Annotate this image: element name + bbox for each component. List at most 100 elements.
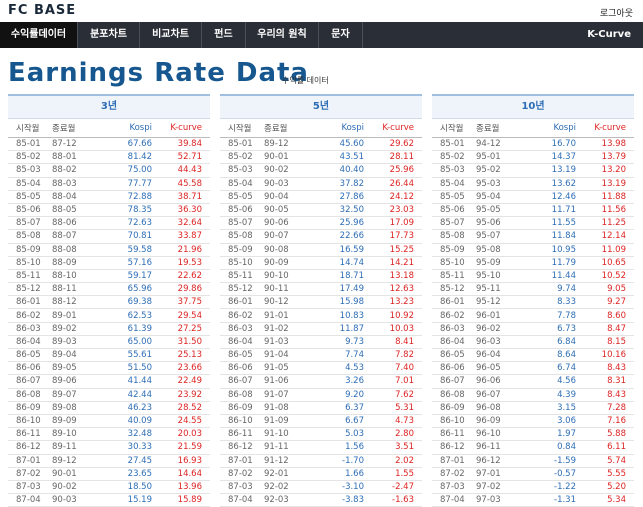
start-month-cell: 86-08 bbox=[432, 388, 476, 402]
start-month-cell: 85-10 bbox=[8, 256, 52, 270]
table-row: 86-05 96-04 8.64 10.16 bbox=[432, 348, 634, 363]
kospi-cell: 9.74 bbox=[528, 282, 580, 297]
start-month-cell: 87-02 bbox=[220, 467, 264, 481]
end-month-cell: 92-02 bbox=[264, 480, 316, 495]
kospi-cell: -3.83 bbox=[316, 493, 368, 507]
k-curve-cell: 10.16 bbox=[580, 348, 634, 363]
table-row: 87-01 96-12 -1.59 5.74 bbox=[432, 454, 634, 468]
end-month-cell: 88-10 bbox=[52, 269, 104, 284]
end-month-cell: 97-01 bbox=[476, 467, 528, 481]
kospi-cell: 11.44 bbox=[528, 269, 580, 284]
start-month-cell: 85-06 bbox=[8, 203, 52, 218]
end-month-cell: 89-07 bbox=[52, 388, 104, 402]
start-month-cell: 85-09 bbox=[432, 243, 476, 257]
kospi-cell: 12.46 bbox=[528, 190, 580, 204]
k-curve-cell: 5.34 bbox=[580, 493, 634, 507]
start-month-cell: 85-11 bbox=[8, 269, 52, 284]
end-month-cell: 89-02 bbox=[52, 322, 104, 336]
kospi-cell: 9.73 bbox=[316, 335, 368, 350]
nav-item-comparison-chart[interactable]: 비교차트 bbox=[140, 22, 202, 48]
table-row: 85-09 90-08 16.59 15.25 bbox=[220, 243, 422, 257]
kospi-cell: 22.66 bbox=[316, 229, 368, 244]
table-row: 86-08 91-07 9.20 7.62 bbox=[220, 388, 422, 402]
end-month-cell: 95-09 bbox=[476, 256, 528, 270]
k-curve-cell: 23.66 bbox=[156, 361, 210, 376]
table-row: 85-07 88-06 72.63 32.64 bbox=[8, 216, 210, 231]
table-row: 85-08 95-07 11.84 12.14 bbox=[432, 229, 634, 244]
table-row: 87-04 92-03 -3.83 -1.63 bbox=[220, 493, 422, 507]
table-row: 85-02 95-01 14.37 13.79 bbox=[432, 150, 634, 165]
table-row: 87-03 97-02 -1.22 5.20 bbox=[432, 480, 634, 495]
k-curve-cell: 7.62 bbox=[368, 388, 422, 402]
kospi-cell: 27.45 bbox=[104, 454, 156, 468]
end-month-cell: 90-11 bbox=[264, 282, 316, 297]
start-month-cell: 85-01 bbox=[220, 137, 264, 152]
column-header-kcurve: K-curve bbox=[580, 119, 634, 138]
table-row: 85-12 95-11 9.74 9.05 bbox=[432, 282, 634, 297]
k-curve-cell: 5.20 bbox=[580, 480, 634, 495]
end-month-cell: 90-03 bbox=[52, 493, 104, 507]
k-curve-cell: 10.92 bbox=[368, 308, 422, 323]
end-month-cell: 90-03 bbox=[264, 177, 316, 191]
kospi-cell: 6.67 bbox=[316, 414, 368, 429]
kospi-cell: 59.58 bbox=[104, 243, 156, 257]
k-curve-cell: 5.74 bbox=[580, 454, 634, 468]
start-month-cell: 86-04 bbox=[432, 335, 476, 350]
kospi-cell: 3.06 bbox=[528, 414, 580, 429]
column-header-end: 종료월 bbox=[264, 119, 316, 138]
nav-item-k-curve[interactable]: K-Curve bbox=[587, 22, 631, 48]
table-row: 85-04 95-03 13.62 13.19 bbox=[432, 177, 634, 191]
end-month-cell: 96-09 bbox=[476, 414, 528, 429]
kospi-cell: 7.74 bbox=[316, 348, 368, 363]
kospi-cell: 61.39 bbox=[104, 322, 156, 336]
column-header-end: 종료월 bbox=[476, 119, 528, 138]
nav-item-distribution-chart[interactable]: 분포차트 bbox=[78, 22, 140, 48]
column-header-start: 시작월 bbox=[432, 119, 476, 138]
end-month-cell: 88-06 bbox=[52, 216, 104, 231]
table-row: 86-07 96-06 4.56 8.31 bbox=[432, 374, 634, 389]
kospi-cell: 17.49 bbox=[316, 282, 368, 297]
k-curve-cell: 5.31 bbox=[368, 401, 422, 415]
table-row: 85-11 95-10 11.44 10.52 bbox=[432, 269, 634, 284]
logo[interactable]: FC BASE bbox=[8, 3, 76, 18]
end-month-cell: 96-11 bbox=[476, 440, 528, 455]
end-month-cell: 92-01 bbox=[264, 467, 316, 481]
table-row: 85-05 90-04 27.86 24.12 bbox=[220, 190, 422, 204]
end-month-cell: 96-01 bbox=[476, 308, 528, 323]
k-curve-cell: 20.03 bbox=[156, 427, 210, 442]
start-month-cell: 85-03 bbox=[432, 163, 476, 178]
table-row: 85-05 95-04 12.46 11.88 bbox=[432, 190, 634, 204]
table-row: 85-08 90-07 22.66 17.73 bbox=[220, 229, 422, 244]
table-row: 86-06 96-05 6.74 8.43 bbox=[432, 361, 634, 376]
column-header-kcurve: K-curve bbox=[368, 119, 422, 138]
table-row: 85-05 88-04 72.88 38.71 bbox=[8, 190, 210, 204]
end-month-cell: 96-07 bbox=[476, 388, 528, 402]
start-month-cell: 85-05 bbox=[8, 190, 52, 204]
nav-item-fund[interactable]: 펀드 bbox=[202, 22, 246, 48]
end-month-cell: 96-06 bbox=[476, 374, 528, 389]
k-curve-cell: 7.01 bbox=[368, 374, 422, 389]
start-month-cell: 85-12 bbox=[432, 282, 476, 297]
panel-5-year: 5년 시작월 종료월 Kospi K-curve 85-01 89-12 45.60 29.6… bbox=[220, 94, 422, 507]
table-row: 87-01 89-12 27.45 16.93 bbox=[8, 454, 210, 468]
k-curve-cell: 37.75 bbox=[156, 295, 210, 310]
start-month-cell: 85-05 bbox=[432, 190, 476, 204]
k-curve-cell: 39.84 bbox=[156, 137, 210, 152]
nav-item-principles[interactable]: 우리의 원칙 bbox=[246, 22, 319, 48]
nav-item-earnings[interactable]: 수익률데이터 bbox=[0, 22, 78, 48]
nav-item-messages[interactable]: 문자 bbox=[319, 22, 363, 48]
end-month-cell: 90-02 bbox=[52, 480, 104, 495]
table-row: 86-01 95-12 8.33 9.27 bbox=[432, 295, 634, 310]
table-row: 85-06 90-05 32.50 23.03 bbox=[220, 203, 422, 218]
end-month-cell: 90-12 bbox=[264, 295, 316, 310]
kospi-cell: 8.33 bbox=[528, 295, 580, 310]
k-curve-cell: 2.80 bbox=[368, 427, 422, 442]
end-month-cell: 95-08 bbox=[476, 243, 528, 257]
end-month-cell: 91-08 bbox=[264, 401, 316, 415]
start-month-cell: 85-12 bbox=[220, 282, 264, 297]
panel-title: 10년 bbox=[432, 94, 634, 119]
table-row: 85-01 89-12 45.60 29.62 bbox=[220, 137, 422, 152]
start-month-cell: 86-12 bbox=[220, 440, 264, 455]
logout-link[interactable]: 로그아웃 bbox=[600, 6, 633, 19]
end-month-cell: 90-10 bbox=[264, 269, 316, 284]
